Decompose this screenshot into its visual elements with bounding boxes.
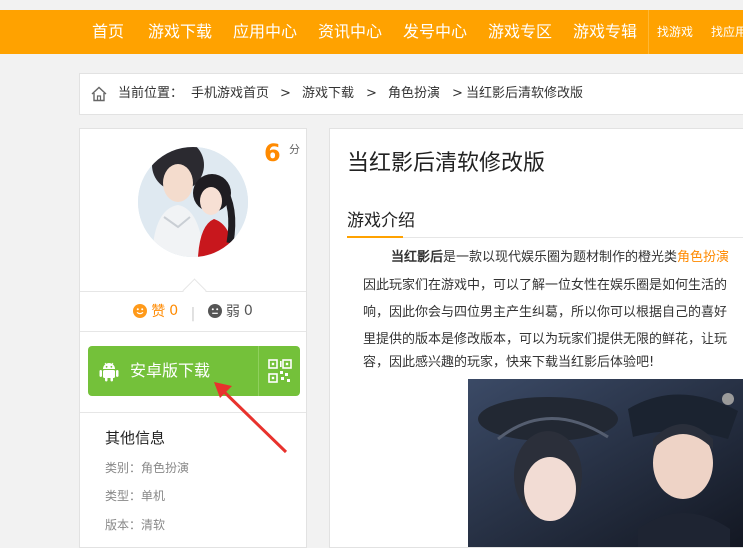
description-line: 响，因此你会与四位男主产生纠葛，所以你可以根据自己的喜好 [363, 305, 728, 320]
breadcrumb: 当前位置： 手机游戏首页 > 游戏下载 > 角色扮演 > 当红影后清软修改版 [79, 73, 743, 115]
score-unit: 分 [289, 143, 300, 156]
nav-item-home[interactable]: 首页 [92, 10, 124, 54]
section-divider [403, 237, 743, 238]
breadcrumb-separator: > [452, 86, 463, 101]
description-line: 里提供的版本是修改版本，可以为玩家们提供无限的鲜花，让玩 [363, 332, 728, 347]
info-section-title: 其他信息 [105, 429, 166, 447]
nav-divider [648, 10, 649, 54]
info-label: 类别： [105, 461, 142, 475]
game-name-bold: 当红影后 [391, 250, 444, 265]
info-row-version: 版本：清软 [105, 516, 165, 533]
nav-item-game-download[interactable]: 游戏下载 [148, 10, 212, 54]
breadcrumb-separator: > [280, 86, 291, 101]
breadcrumb-current: 当红影后清软修改版 [466, 86, 584, 101]
description-text: 是一款以现代娱乐圈为题材制作的橙光类 [443, 250, 678, 265]
description-line: 容，因此感兴趣的玩家，快来下载当红影后体验吧! [363, 355, 655, 370]
dislike-label: 弱 [225, 304, 240, 320]
info-row-category: 类别：角色扮演 [105, 459, 189, 476]
breadcrumb-item-game-download[interactable]: 游戏下载 [302, 74, 354, 114]
home-icon[interactable] [90, 85, 108, 103]
like-count: 0 [169, 303, 179, 319]
breadcrumb-prefix: 当前位置： [118, 86, 184, 101]
breadcrumb-item-rpg[interactable]: 角色扮演 [388, 74, 440, 114]
neutral-face-icon [207, 304, 222, 318]
game-detail-panel: 当红影后清软修改版 游戏介绍 当红影后是一款以现代娱乐圈为题材制作的橙光类角色扮… [329, 128, 743, 548]
divider [80, 331, 306, 332]
game-title: 当红影后清软修改版 [347, 151, 546, 176]
android-download-button[interactable]: 安卓版下载 [88, 346, 300, 396]
description-line: 当红影后是一款以现代娱乐圈为题材制作的橙光类角色扮演 [391, 246, 729, 265]
divider [80, 412, 306, 413]
nav-item-app-center[interactable]: 应用中心 [233, 10, 297, 54]
game-sidebar: 6 分 赞 0 | 弱 0 安卓版下载 其他信息 类别：角色扮演 类型：单机 版… [79, 128, 307, 548]
game-avatar [138, 147, 248, 257]
nav-item-find-game[interactable]: 找游戏 [657, 10, 693, 54]
like-button[interactable]: 赞 0 [133, 301, 178, 321]
nav-item-game-zone[interactable]: 游戏专区 [488, 10, 552, 54]
divider-notch [182, 278, 207, 303]
info-value: 角色扮演 [141, 461, 190, 475]
info-row-type: 类型：单机 [105, 487, 165, 504]
top-strip [0, 0, 743, 10]
info-value: 单机 [141, 489, 166, 503]
breadcrumb-item-home[interactable]: 手机游戏首页 [191, 74, 269, 114]
game-screenshot [468, 379, 743, 547]
breadcrumb-separator: > [366, 86, 377, 101]
nav-item-news-center[interactable]: 资讯中心 [318, 10, 382, 54]
vote-bar: 赞 0 | 弱 0 [80, 301, 306, 322]
dislike-count: 0 [243, 303, 253, 319]
section-title-intro: 游戏介绍 [347, 211, 415, 231]
download-label: 安卓版下载 [130, 361, 211, 380]
vote-separator: | [190, 306, 196, 322]
info-value: 清软 [141, 518, 166, 532]
qr-code-icon[interactable] [268, 359, 292, 383]
info-label: 类型： [105, 489, 142, 503]
like-label: 赞 [151, 304, 166, 320]
button-divider [258, 346, 259, 396]
info-label: 版本： [105, 518, 142, 532]
main-nav: 首页 游戏下载 应用中心 资讯中心 发号中心 游戏专区 游戏专辑 找游戏 找应用 [0, 10, 743, 54]
nav-item-gift-center[interactable]: 发号中心 [403, 10, 467, 54]
nav-item-game-album[interactable]: 游戏专辑 [573, 10, 637, 54]
category-link[interactable]: 角色扮演 [677, 250, 729, 265]
description-line: 因此玩家们在游戏中，可以了解一位女性在娱乐圈是如何生活的 [363, 278, 728, 293]
smile-icon [133, 304, 148, 318]
game-score: 6 [264, 139, 281, 167]
nav-item-find-app[interactable]: 找应用 [711, 10, 743, 54]
section-underline [347, 236, 403, 238]
dislike-button[interactable]: 弱 0 [207, 301, 253, 321]
android-icon [99, 362, 119, 382]
